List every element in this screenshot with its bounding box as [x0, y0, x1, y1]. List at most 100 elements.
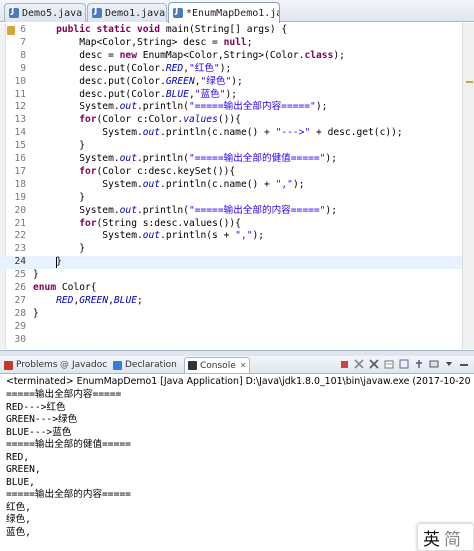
line-number: 13: [14, 114, 26, 126]
code-token: .println(: [136, 101, 189, 113]
line-number: 26: [14, 282, 26, 293]
line-number: 8: [20, 49, 26, 61]
code-token: Color{: [56, 282, 97, 293]
code-line[interactable]: 27 RED,GREEN,BLUE;: [0, 295, 462, 308]
code-text: }: [33, 269, 39, 282]
minimize-icon[interactable]: [458, 358, 470, 370]
line-number: 29: [14, 320, 26, 332]
code-token: .println(s +: [160, 230, 236, 242]
line-number: 16: [14, 153, 26, 164]
code-text: System.out.println(s + ",");: [33, 230, 264, 243]
line-number: 17: [14, 165, 26, 177]
code-line[interactable]: 16 System.out.println("=====输出全部的健值=====…: [0, 153, 462, 166]
overview-marker[interactable]: [466, 81, 473, 83]
code-token: main(String[] args) {: [160, 24, 288, 35]
code-token: out: [142, 178, 161, 190]
line-number: 9: [20, 62, 26, 74]
close-icon[interactable]: ✕: [240, 361, 247, 370]
editor-tab-demo5[interactable]: Demo5.java: [4, 3, 86, 22]
code-token: enum: [33, 282, 57, 293]
line-number: 21: [14, 217, 26, 229]
code-text: desc.put(Color.BLUE,"蓝色");: [33, 89, 237, 102]
code-token: .println(c.name() +: [160, 127, 276, 139]
code-line[interactable]: 22 System.out.println(s + ",");: [0, 230, 462, 243]
code-line[interactable]: 29: [0, 321, 462, 334]
remove-all-icon[interactable]: [368, 358, 380, 370]
code-token: "=====输出全部的内容=====": [188, 204, 326, 216]
console-output[interactable]: <terminated> EnumMapDemo1 [Java Applicat…: [0, 375, 474, 551]
at-icon: @: [60, 360, 69, 370]
code-text: desc.put(Color.RED,"红色");: [33, 63, 231, 76]
code-editor[interactable]: 6 public static void main(String[] args)…: [0, 23, 462, 349]
code-line[interactable]: 11 desc.put(Color.BLUE,"蓝色");: [0, 89, 462, 102]
code-line[interactable]: 20 System.out.println("=====输出全部的内容=====…: [0, 205, 462, 218]
view-tab-label: Problems: [16, 360, 58, 370]
code-line[interactable]: 19 }: [0, 192, 462, 205]
code-text: }: [33, 192, 85, 205]
editor-tab-enummapdemo1[interactable]: *EnumMapDemo1.java ✕: [168, 2, 280, 23]
code-line[interactable]: 24 }: [0, 256, 462, 270]
console-line: RED,: [6, 451, 30, 463]
line-number: 10: [14, 75, 26, 87]
code-line[interactable]: 7 Map<Color,String> desc = null;: [0, 37, 462, 50]
code-token: (Color c:Color.: [96, 114, 184, 126]
code-line[interactable]: 10 desc.put(Color.GREEN,"绿色");: [0, 76, 462, 89]
clear-console-icon[interactable]: [383, 358, 395, 370]
code-token: System.: [33, 178, 143, 190]
code-line[interactable]: 30: [0, 334, 462, 347]
code-token: "蓝色": [194, 88, 226, 100]
code-text: }: [33, 308, 39, 321]
code-token: );: [219, 62, 232, 74]
console-line: 绿色,: [6, 514, 31, 525]
code-line[interactable]: 18 System.out.println(c.name() + ",");: [0, 179, 462, 192]
code-line[interactable]: 21 for(String s:desc.values()){: [0, 218, 462, 231]
overview-ruler[interactable]: [462, 23, 474, 349]
editor-tab-demo1[interactable]: Demo1.java: [87, 3, 167, 22]
line-number: 24: [14, 256, 26, 268]
remove-launch-icon[interactable]: [353, 358, 365, 370]
code-line[interactable]: 14 System.out.println(c.name() + "--->" …: [0, 127, 462, 140]
display-console-icon[interactable]: [428, 358, 440, 370]
tab-javadoc[interactable]: @ Javadoc: [60, 357, 107, 373]
tab-console[interactable]: Console ✕: [184, 357, 251, 373]
code-text: Map<Color,String> desc = null;: [33, 37, 252, 50]
chevron-down-icon[interactable]: [443, 358, 455, 370]
code-token: out: [119, 101, 137, 113]
code-line[interactable]: 8 desc = new EnumMap<Color,String>(Color…: [0, 50, 462, 63]
code-line[interactable]: 28}: [0, 308, 462, 321]
code-line[interactable]: 17 for(Color c:desc.keySet()){: [0, 166, 462, 179]
view-tab-label: Console: [200, 360, 236, 371]
code-line[interactable]: 9 desc.put(Color.RED,"红色");: [0, 63, 462, 76]
code-line[interactable]: 12 System.out.println("=====输出全部内容====="…: [0, 101, 462, 114]
code-token: ",": [275, 178, 293, 190]
code-token: RED: [165, 62, 184, 74]
ime-status-box[interactable]: 英 简: [417, 523, 474, 551]
code-line[interactable]: 26 enum Color{: [0, 282, 462, 295]
code-token: "--->": [275, 127, 311, 139]
console-line: GREEN--->绿色: [6, 414, 78, 425]
tab-declaration[interactable]: Declaration: [113, 357, 177, 373]
code-text: System.out.println("=====输出全部内容=====");: [33, 101, 327, 114]
code-token: }: [33, 269, 39, 281]
code-token: GREEN: [165, 75, 195, 87]
stop-icon[interactable]: [338, 358, 350, 370]
pin-console-icon[interactable]: [413, 358, 425, 370]
code-token: }: [33, 307, 39, 319]
code-line[interactable]: 25}: [0, 269, 462, 282]
code-line[interactable]: 23 }: [0, 243, 462, 256]
code-token: for: [79, 114, 97, 126]
console-line: 蓝色,: [6, 526, 31, 538]
code-token: (String s:desc.values()){: [96, 217, 241, 229]
line-number: 23: [14, 243, 26, 255]
scroll-lock-icon[interactable]: [398, 358, 410, 370]
line-number: 12: [14, 101, 26, 113]
code-line[interactable]: 15 }: [0, 140, 462, 153]
line-number: 11: [14, 88, 26, 100]
code-text: System.out.println(c.name() + "--->" + d…: [33, 127, 402, 140]
code-token: out: [142, 230, 161, 242]
code-line[interactable]: 6 public static void main(String[] args)…: [0, 24, 462, 37]
tab-problems[interactable]: Problems: [4, 357, 57, 373]
code-line[interactable]: 13 for(Color c:Color.values()){: [0, 114, 462, 127]
code-token: out: [142, 127, 161, 139]
